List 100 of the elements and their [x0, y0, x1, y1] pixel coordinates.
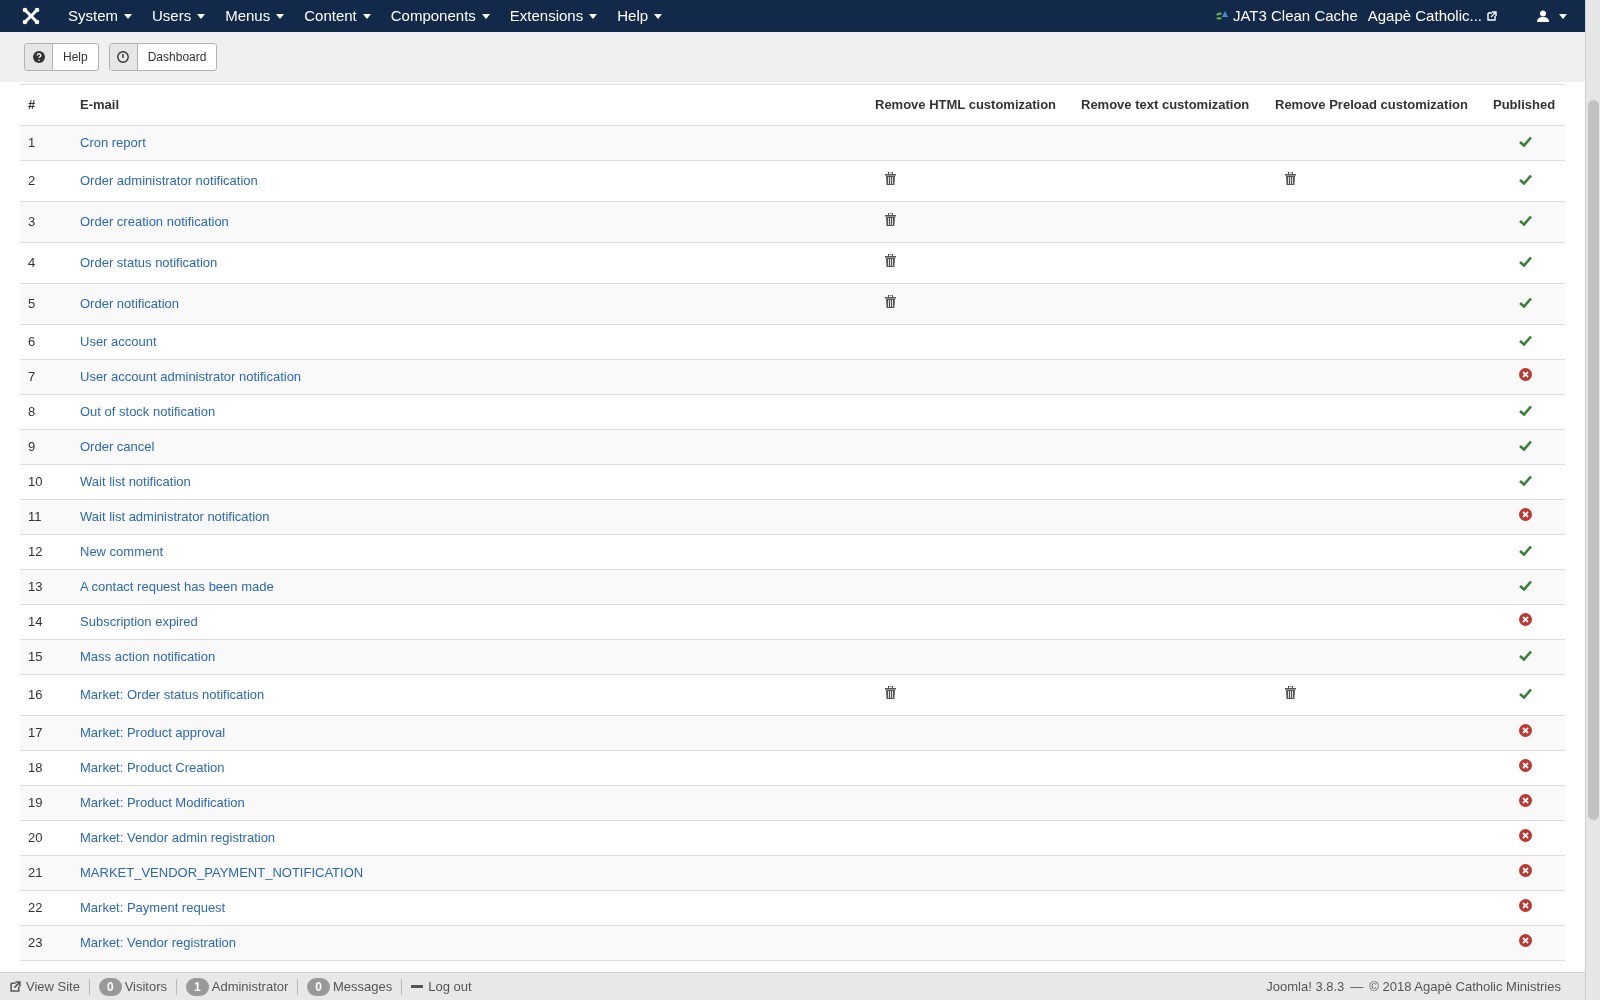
row-number: 2	[28, 172, 36, 188]
row-number: 13	[28, 578, 43, 594]
column-header: Remove HTML customization	[867, 85, 1073, 125]
email-link[interactable]: Mass action notification	[80, 648, 216, 664]
email-link[interactable]: Order notification	[80, 295, 179, 311]
trash-icon[interactable]	[1285, 685, 1296, 699]
trash-icon[interactable]	[1285, 171, 1296, 185]
trash-icon[interactable]	[885, 253, 896, 267]
copyright-text: © 2018 Agapè Catholic Ministries	[1369, 977, 1561, 996]
row-number: 11	[28, 508, 42, 524]
check-icon[interactable]	[1518, 334, 1532, 346]
help-button[interactable]: Help	[24, 43, 99, 71]
row-number: 10	[28, 473, 43, 489]
menu-item[interactable]: Users	[142, 0, 216, 32]
email-link[interactable]: Cron report	[80, 134, 146, 150]
menu-item[interactable]: System	[58, 0, 142, 32]
row-number: 17	[28, 724, 43, 740]
menu-item[interactable]: Help	[607, 0, 673, 32]
user-menu-button[interactable]	[1537, 10, 1567, 22]
caret-icon	[481, 13, 490, 19]
check-icon[interactable]	[1518, 579, 1532, 591]
row-number: 18	[28, 759, 43, 775]
check-icon[interactable]	[1518, 404, 1532, 416]
email-link[interactable]: Wait list notification	[80, 473, 191, 489]
site-link[interactable]: Agapè Catholic...	[1367, 4, 1497, 28]
trash-icon[interactable]	[885, 171, 896, 185]
row-number: 22	[28, 899, 43, 915]
check-icon[interactable]	[1518, 173, 1532, 185]
joomla-logo-icon[interactable]	[22, 7, 40, 25]
column-header: Remove Preload customization	[1267, 85, 1485, 125]
unpublished-icon[interactable]	[1518, 793, 1532, 807]
cache-link[interactable]: JAT3 Clean Cache	[1214, 4, 1358, 28]
unpublished-icon[interactable]	[1518, 758, 1532, 772]
unpublished-icon[interactable]	[1518, 863, 1532, 877]
check-icon[interactable]	[1518, 296, 1532, 308]
check-icon[interactable]	[1518, 474, 1532, 486]
unpublished-icon[interactable]	[1518, 723, 1532, 737]
menu-item[interactable]: Menus	[215, 0, 295, 32]
check-icon[interactable]	[1518, 214, 1532, 226]
email-link[interactable]: Market: Vendor admin registration	[80, 829, 276, 845]
email-link[interactable]: Market: Product Modification	[80, 794, 245, 810]
email-link[interactable]: Order status notification	[80, 254, 218, 270]
email-link[interactable]: Market: Product approval	[80, 724, 226, 740]
row-number: 9	[28, 438, 36, 454]
menu-item[interactable]: Extensions	[499, 0, 608, 32]
email-link[interactable]: Market: Order status notification	[80, 686, 265, 702]
menu-item[interactable]: Components	[380, 0, 500, 32]
trash-icon[interactable]	[885, 294, 896, 308]
email-link[interactable]: Market: Product Creation	[80, 759, 225, 775]
caret-icon	[1559, 13, 1567, 19]
caret-icon	[197, 13, 206, 19]
scrollbar[interactable]	[1585, 0, 1600, 1000]
check-icon[interactable]	[1518, 439, 1532, 451]
unpublished-icon[interactable]	[1518, 507, 1532, 521]
row-number: 4	[28, 254, 36, 270]
check-icon[interactable]	[1518, 255, 1532, 267]
status-label: Messages	[333, 977, 393, 996]
user-icon	[1537, 10, 1549, 22]
email-link[interactable]: Wait list administrator notification	[80, 508, 270, 524]
email-link[interactable]: Order cancel	[80, 438, 155, 454]
row-number: 8	[28, 403, 36, 419]
column-header: Published	[1485, 85, 1565, 125]
email-link[interactable]: Order administrator notification	[80, 172, 258, 188]
email-link[interactable]: Subscription expired	[80, 613, 198, 629]
unpublished-icon[interactable]	[1518, 367, 1532, 381]
trash-icon[interactable]	[885, 212, 896, 226]
version-text: Joomla! 3.8.3	[1266, 977, 1345, 996]
email-link[interactable]: User account administrator notification	[80, 368, 302, 384]
row-number: 21	[28, 864, 43, 880]
row-number: 20	[28, 829, 43, 845]
caret-icon	[276, 13, 285, 19]
trash-icon[interactable]	[885, 685, 896, 699]
unpublished-icon[interactable]	[1518, 612, 1532, 626]
column-header: Remove text customization	[1073, 85, 1267, 125]
leaf-icon	[1214, 10, 1229, 22]
email-link[interactable]: Market: Payment request	[80, 899, 226, 915]
email-link[interactable]: User account	[80, 333, 157, 349]
email-link[interactable]: A contact request has been made	[80, 578, 274, 594]
row-number: 23	[28, 934, 43, 950]
check-icon[interactable]	[1518, 687, 1532, 699]
email-link[interactable]: Order creation notification	[80, 213, 229, 229]
menu-item[interactable]: Content	[294, 0, 381, 32]
email-link[interactable]: MARKET_VENDOR_PAYMENT_NOTIFICATION	[80, 864, 364, 880]
email-link[interactable]: New comment	[80, 543, 164, 559]
email-link[interactable]: Out of stock notification	[80, 403, 216, 419]
external-link-icon	[1487, 11, 1497, 21]
view-site-link[interactable]: View Site	[10, 976, 80, 997]
dashboard-button[interactable]: Dashboard	[108, 43, 218, 71]
logout-link[interactable]: Log out	[411, 976, 472, 997]
unpublished-icon[interactable]	[1518, 828, 1532, 842]
scrollbar-thumb[interactable]	[1587, 100, 1599, 820]
check-icon[interactable]	[1518, 544, 1532, 556]
unpublished-icon[interactable]	[1518, 898, 1532, 912]
count-badge: 0	[98, 977, 122, 996]
check-icon[interactable]	[1518, 649, 1532, 661]
email-link[interactable]: Market: Vendor registration	[80, 934, 237, 950]
check-icon[interactable]	[1518, 135, 1532, 147]
unpublished-icon[interactable]	[1518, 933, 1532, 947]
caret-icon	[124, 13, 132, 19]
caret-icon	[362, 13, 371, 19]
